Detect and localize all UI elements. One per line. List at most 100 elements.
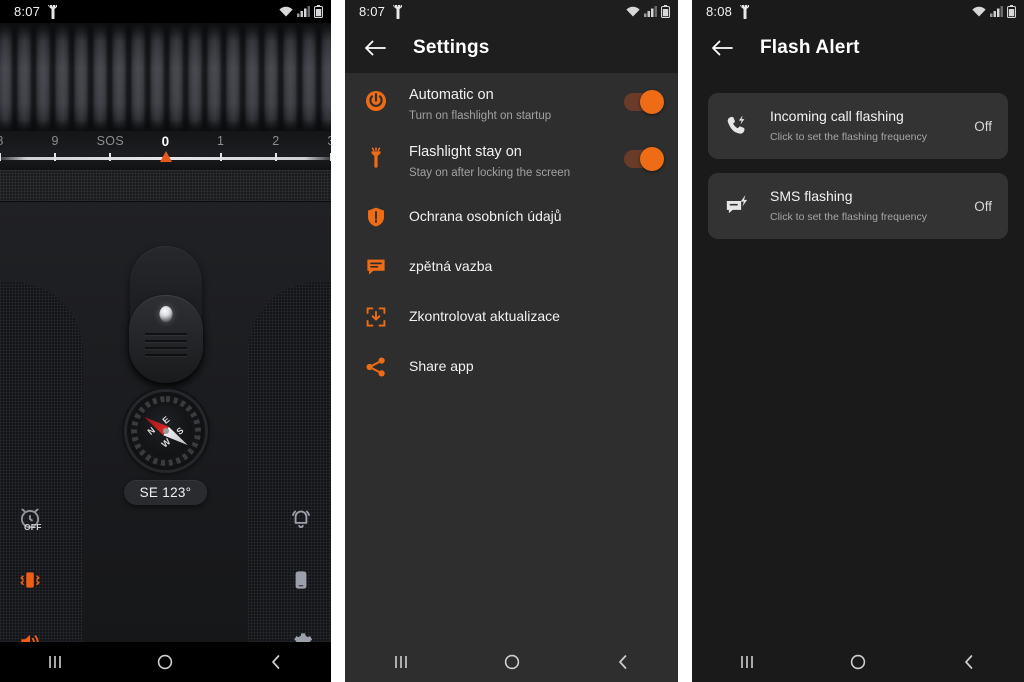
- home-button[interactable]: [138, 642, 192, 682]
- flash-alert-card-text: Incoming call flashing Click to set the f…: [752, 107, 966, 145]
- dial-label-3[interactable]: 3: [327, 134, 331, 148]
- flash-alert-card[interactable]: Incoming call flashing Click to set the f…: [708, 93, 1008, 159]
- page-title: Settings: [413, 37, 490, 58]
- dial-label-2[interactable]: 2: [272, 134, 279, 148]
- knob-grip-ridges: [144, 333, 187, 359]
- dial-tick: [330, 153, 331, 161]
- recents-button[interactable]: [374, 642, 428, 682]
- settings-row[interactable]: Ochrana osobních údajů: [345, 191, 678, 241]
- settings-row[interactable]: zpětná vazba: [345, 241, 678, 291]
- flashlight-main-surface: N E S W SE 123° OFF: [0, 202, 331, 652]
- left-tool-column: OFF: [6, 499, 54, 661]
- status-bar-clock: 8:07: [14, 4, 41, 19]
- settings-row-text: Flashlight stay on Stay on after locking …: [389, 143, 624, 182]
- flashlight-app-panel: 8:07 8 9 SOS 0 1 2 3: [0, 0, 331, 682]
- settings-row[interactable]: Share app: [345, 341, 678, 391]
- settings-row-text: Share app: [389, 357, 662, 376]
- settings-row-subtitle: Turn on flashlight on startup: [409, 110, 552, 122]
- dial-label-8[interactable]: 8: [0, 134, 4, 148]
- status-bar-left: 8:08: [706, 4, 750, 19]
- compass-heading-badge: SE 123°: [123, 480, 208, 505]
- dial-label-9[interactable]: 9: [52, 134, 59, 148]
- back-arrow-icon[interactable]: [710, 36, 734, 60]
- dial-tick: [219, 153, 222, 161]
- alarm-timer-icon[interactable]: OFF: [11, 499, 49, 537]
- settings-row-subtitle: Stay on after locking the screen: [409, 167, 571, 179]
- settings-header: Settings: [345, 23, 678, 73]
- screen-light-icon[interactable]: [282, 561, 320, 599]
- reflector-grille: [0, 23, 331, 131]
- settings-row-toggle[interactable]: [624, 147, 664, 171]
- settings-row-title: Automatic on: [409, 87, 494, 103]
- settings-row[interactable]: Zkontrolovat aktualizace: [345, 291, 678, 341]
- dial-label-0[interactable]: 0: [162, 134, 170, 149]
- signal-icon: [297, 6, 310, 17]
- sms-flash-icon: [722, 191, 752, 221]
- dial-label-1[interactable]: 1: [217, 134, 224, 148]
- wifi-icon: [972, 6, 986, 17]
- power-switch-knob[interactable]: [128, 295, 203, 383]
- android-nav-bar: [692, 642, 1024, 682]
- flash-alert-card-state[interactable]: Off: [966, 119, 992, 134]
- page-title: Flash Alert: [760, 37, 860, 58]
- share-icon: [363, 354, 389, 380]
- led-indicator: [159, 306, 172, 322]
- settings-row-text: Ochrana osobních údajů: [389, 207, 662, 226]
- flash-alert-card-state[interactable]: Off: [966, 199, 992, 214]
- power-icon: [363, 88, 389, 114]
- right-tool-column: [277, 499, 325, 661]
- mode-dial[interactable]: 8 9 SOS 0 1 2 3: [0, 131, 331, 170]
- back-button[interactable]: [942, 642, 996, 682]
- settings-row-toggle[interactable]: [624, 90, 664, 114]
- status-bar-right: [279, 5, 323, 18]
- compass-widget[interactable]: N E S W: [126, 392, 205, 470]
- flashlight-power-switch[interactable]: [128, 246, 203, 383]
- screenshot-stage: 8:07 8 9 SOS 0 1 2 3: [0, 0, 1024, 682]
- settings-row-title: zpětná vazba: [409, 257, 493, 274]
- home-button[interactable]: [485, 642, 539, 682]
- update-icon: [363, 304, 389, 330]
- dial-tick: [54, 153, 57, 161]
- flashlight-icon: [363, 145, 389, 171]
- status-bar-left: 8:07: [14, 4, 58, 19]
- battery-icon: [314, 5, 323, 18]
- back-arrow-icon[interactable]: [363, 36, 387, 60]
- flash-alert-card[interactable]: SMS flashing Click to set the flashing fr…: [708, 173, 1008, 239]
- home-button[interactable]: [831, 642, 885, 682]
- status-bar: 8:07: [0, 0, 331, 23]
- flash-alert-card-title: SMS flashing: [770, 188, 853, 204]
- compass-face: N E S W: [139, 405, 192, 457]
- battery-icon: [1007, 5, 1016, 18]
- recents-button[interactable]: [720, 642, 774, 682]
- speaker-mesh-strip: [0, 170, 331, 202]
- back-button[interactable]: [596, 642, 650, 682]
- flashlight-body: 8 9 SOS 0 1 2 3: [0, 0, 331, 682]
- settings-row-title: Ochrana osobních údajů: [409, 207, 562, 224]
- settings-row-title: Flashlight stay on: [409, 144, 522, 160]
- android-nav-bar: [0, 642, 331, 682]
- flash-alert-card-subtitle: Click to set the flashing frequency: [770, 211, 927, 223]
- settings-item-list: Automatic on Turn on flashlight on startu…: [345, 73, 678, 642]
- settings-row-text: Automatic on Turn on flashlight on startu…: [389, 86, 624, 125]
- dial-tick: [0, 153, 1, 161]
- signal-icon: [644, 6, 657, 17]
- signal-icon: [990, 6, 1003, 17]
- settings-row[interactable]: Flashlight stay on Stay on after locking …: [345, 134, 678, 191]
- settings-row[interactable]: Automatic on Turn on flashlight on startu…: [345, 77, 678, 134]
- feedback-icon: [363, 254, 389, 280]
- status-bar-right: [626, 5, 670, 18]
- battery-icon: [661, 5, 670, 18]
- dial-label-sos[interactable]: SOS: [97, 134, 124, 148]
- recents-button[interactable]: [28, 642, 82, 682]
- back-button[interactable]: [249, 642, 303, 682]
- flash-alert-card-subtitle: Click to set the flashing frequency: [770, 131, 927, 143]
- flash-alert-header: Flash Alert: [692, 23, 1024, 73]
- notification-bell-icon[interactable]: [282, 499, 320, 537]
- settings-row-title: Zkontrolovat aktualizace: [409, 307, 560, 324]
- compass-cardinal-w: W: [159, 436, 172, 450]
- dial-tick: [109, 153, 112, 161]
- wifi-icon: [626, 6, 640, 17]
- settings-screen-panel: 8:07 Settings Automatic on Turn on flash…: [345, 0, 678, 682]
- status-bar: 8:08: [692, 0, 1024, 23]
- vibrate-icon[interactable]: [11, 561, 49, 599]
